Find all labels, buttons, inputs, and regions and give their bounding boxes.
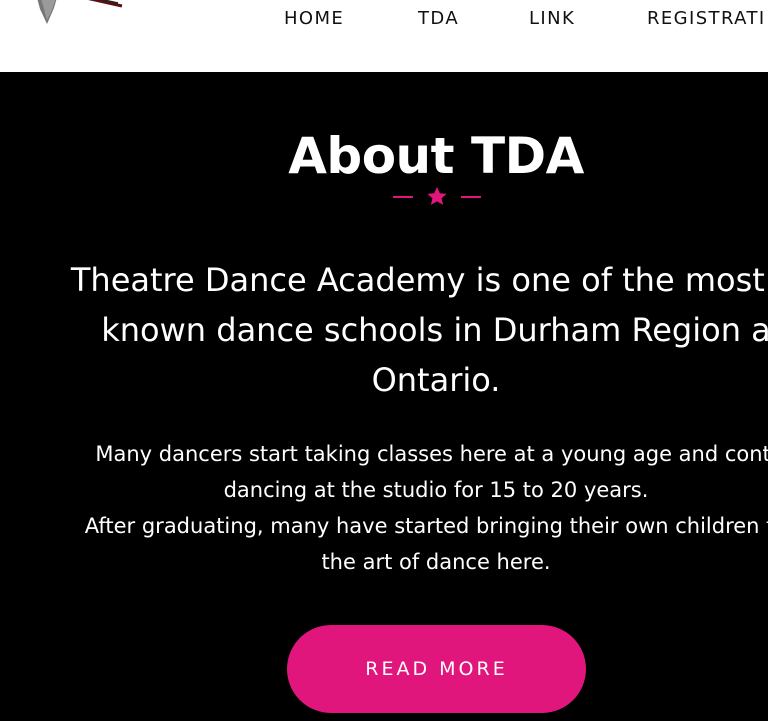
nav-tda[interactable]: TDA xyxy=(418,8,459,29)
nav-link[interactable]: LINK xyxy=(529,8,575,29)
page-title: About TDA xyxy=(288,127,584,185)
nav-registration[interactable]: REGISTRATI xyxy=(647,8,766,29)
nav-home[interactable]: HOME xyxy=(284,8,344,29)
main-nav: HOME TDA LINK REGISTRATI xyxy=(0,0,768,42)
site-header: HOME TDA LINK REGISTRATI xyxy=(0,0,768,72)
intro-paragraph: Many dancers start taking classes here a… xyxy=(84,442,768,574)
star-icon xyxy=(393,187,481,205)
read-more-button[interactable]: READ MORE xyxy=(287,625,586,713)
intro-heading: Theatre Dance Academy is one of the most… xyxy=(70,261,768,399)
about-section: About TDA Theatre Dance Academy is one o… xyxy=(0,72,768,721)
